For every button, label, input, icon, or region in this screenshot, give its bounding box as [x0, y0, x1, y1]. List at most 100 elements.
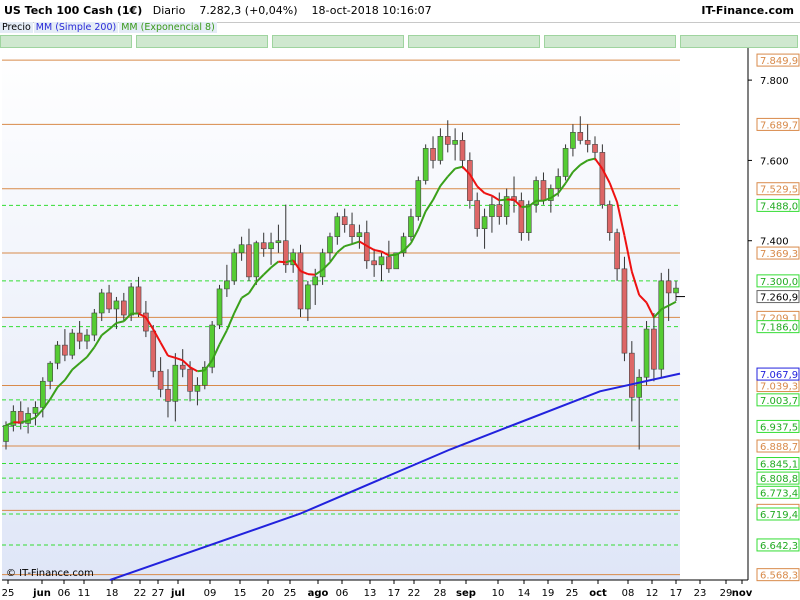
candle-body — [334, 216, 341, 238]
candle-body — [231, 252, 238, 282]
candle-body — [319, 252, 326, 278]
candle-body — [312, 276, 319, 286]
y-tick-label: 7.400 — [760, 237, 789, 248]
x-tick-label: jun — [32, 588, 51, 599]
candle-body — [643, 328, 650, 378]
x-tick-label: 13 — [364, 588, 377, 599]
candle-body — [459, 140, 466, 161]
x-tick-label: sep — [456, 588, 476, 599]
candle-body — [54, 344, 61, 364]
candle-body — [422, 148, 429, 181]
x-tick-label: nov — [732, 588, 753, 599]
level-label: 7.689,7 — [760, 120, 798, 131]
level-label: 7.369,3 — [760, 249, 798, 260]
x-tick-label: 06 — [336, 588, 349, 599]
candle-body — [562, 148, 569, 177]
candle-body — [592, 144, 598, 153]
candle-body — [408, 216, 414, 238]
x-tick-label: 15 — [234, 588, 247, 599]
x-tick-label: 09 — [204, 588, 217, 599]
level-label: 7.186,0 — [760, 323, 798, 334]
sma200-label: 7.067,9 — [760, 370, 798, 381]
candle-body — [349, 224, 355, 238]
ema8-segment — [278, 260, 286, 264]
x-tick-label: 14 — [518, 588, 531, 599]
x-tick-label: 11 — [78, 588, 91, 599]
candle-body — [481, 216, 488, 229]
x-tick-label: 20 — [262, 588, 275, 599]
price-chart[interactable]: 7.800 7.600 7.400 7.849,9 7.689,7 7.529,5 7.36… — [0, 0, 800, 600]
candle-body — [246, 244, 252, 278]
candle-body — [430, 148, 436, 161]
ema8-segment — [521, 205, 529, 209]
ema8-segment — [197, 369, 205, 373]
ema8-segment — [499, 198, 507, 202]
level-label: 7.300,0 — [760, 277, 798, 288]
candle-body — [621, 268, 628, 354]
candle-body — [47, 362, 53, 382]
candle-body — [555, 176, 561, 189]
candle-body — [157, 370, 164, 390]
candle-body — [599, 152, 606, 205]
candle-body — [341, 216, 348, 225]
candle-body — [665, 280, 672, 294]
candle-body — [584, 140, 591, 145]
candle-body — [378, 256, 385, 266]
plot-area — [2, 48, 680, 580]
x-tick-label: ago — [308, 588, 329, 599]
candle-body — [62, 344, 68, 356]
x-tick-label: 27 — [152, 588, 165, 599]
candle-body — [135, 286, 142, 314]
candle-body — [467, 160, 473, 201]
candle-body — [91, 312, 98, 336]
level-label: 6.845,1 — [760, 460, 798, 471]
candle-body — [327, 236, 333, 254]
candle-body — [415, 180, 422, 217]
candle-body — [128, 286, 134, 316]
candle-body — [187, 368, 193, 392]
candle-body — [275, 240, 282, 244]
candle-body — [356, 232, 363, 238]
candle-body — [658, 280, 665, 370]
x-tick-label: 22 — [408, 588, 421, 599]
x-tick-label: 28 — [434, 588, 447, 599]
candle-body — [371, 260, 377, 266]
candle-body — [540, 180, 547, 201]
x-tick-label: 12 — [646, 588, 659, 599]
level-label: 7.849,9 — [760, 56, 798, 67]
level-label: 6.773,4 — [760, 488, 798, 499]
ema8-segment — [388, 253, 397, 257]
candle-body — [260, 242, 267, 250]
candle-body — [437, 136, 444, 161]
candle-body — [452, 140, 458, 145]
x-tick-label: 29 — [720, 588, 733, 599]
candle-body — [673, 287, 679, 294]
candle-body — [76, 332, 83, 342]
candle-body — [570, 132, 576, 149]
level-label: 6.642,3 — [760, 541, 798, 552]
level-label: 6.568,3 — [760, 571, 798, 582]
candle-body — [297, 252, 304, 310]
candle-body — [577, 132, 584, 141]
x-tick-label: 25 — [284, 588, 297, 599]
level-label: 6.808,8 — [760, 474, 798, 485]
x-tick-label: jul — [170, 588, 185, 599]
candle-body — [69, 332, 76, 356]
candle-body — [614, 232, 620, 270]
candle-body — [106, 292, 112, 310]
candle-body — [386, 256, 392, 270]
candle-body — [496, 204, 503, 217]
candle-body — [165, 388, 171, 402]
candle-body — [216, 288, 223, 326]
x-tick-label: 06 — [58, 588, 71, 599]
level-label: 7.529,5 — [760, 185, 798, 196]
candle-body — [150, 330, 157, 372]
candle-body — [84, 334, 90, 342]
candle-body — [194, 384, 201, 392]
x-tick-label: 08 — [622, 588, 635, 599]
level-label: 6.937,5 — [760, 422, 798, 433]
x-tick-label: 25 — [2, 588, 15, 599]
x-tick-label: 23 — [694, 588, 707, 599]
candle-body — [224, 280, 230, 290]
x-tick-label: 18 — [106, 588, 119, 599]
